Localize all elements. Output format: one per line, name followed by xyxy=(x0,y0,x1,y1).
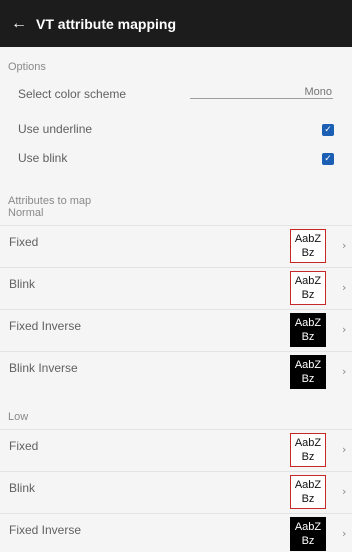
attr-sample: AabZ Bz xyxy=(290,271,326,305)
underline-checkbox[interactable]: ✓ xyxy=(322,124,334,136)
color-scheme-label: Select color scheme xyxy=(18,87,127,101)
attr-sample: AabZ Bz xyxy=(290,355,326,389)
attr-row-normal-fixed-inverse[interactable]: Fixed Inverse AabZ Bz › xyxy=(0,309,352,350)
attr-label: Fixed Inverse xyxy=(9,319,82,333)
attr-label: Blink xyxy=(9,277,36,291)
attr-label: Blink Inverse xyxy=(9,361,78,375)
check-icon: ✓ xyxy=(324,154,332,164)
blink-checkbox[interactable]: ✓ xyxy=(322,153,334,165)
normal-header: Normal xyxy=(8,207,44,219)
back-arrow-icon[interactable]: ← xyxy=(4,0,34,47)
chevron-right-icon: › xyxy=(342,323,347,336)
color-scheme-select[interactable]: Mono xyxy=(304,86,332,98)
chevron-right-icon: › xyxy=(342,365,347,378)
attr-label: Fixed xyxy=(9,439,39,453)
low-header: Low xyxy=(8,411,29,423)
page-title: VT attribute mapping xyxy=(36,15,176,32)
underline-label: Use underline xyxy=(18,122,93,136)
attr-sample: AabZ Bz xyxy=(290,517,326,551)
attr-sample: AabZ Bz xyxy=(290,475,326,509)
attr-label: Fixed xyxy=(9,235,39,249)
chevron-right-icon: › xyxy=(342,443,347,456)
chevron-right-icon: › xyxy=(342,485,347,498)
chevron-right-icon: › xyxy=(342,527,347,540)
attr-row-low-fixed[interactable]: Fixed AabZ Bz › xyxy=(0,429,352,470)
attr-sample: AabZ Bz xyxy=(290,433,326,467)
app-bar: ← VT attribute mapping xyxy=(0,0,352,47)
attr-row-normal-fixed[interactable]: Fixed AabZ Bz › xyxy=(0,225,352,266)
chevron-right-icon: › xyxy=(342,239,347,252)
attr-row-normal-blink[interactable]: Blink AabZ Bz › xyxy=(0,267,352,308)
chevron-right-icon: › xyxy=(342,281,347,294)
color-scheme-row[interactable]: Select color scheme Mono xyxy=(0,80,352,108)
color-scheme-underline xyxy=(190,98,333,99)
underline-row[interactable]: Use underline ✓ xyxy=(0,115,352,143)
attr-sample: AabZ Bz xyxy=(290,229,326,263)
attr-label: Fixed Inverse xyxy=(9,523,82,537)
attr-label: Blink xyxy=(9,481,36,495)
check-icon: ✓ xyxy=(324,125,332,135)
blink-label: Use blink xyxy=(18,151,68,165)
attr-row-low-fixed-inverse[interactable]: Fixed Inverse AabZ Bz › xyxy=(0,513,352,552)
blink-row[interactable]: Use blink ✓ xyxy=(0,144,352,172)
options-header: Options xyxy=(8,61,46,73)
attr-sample: AabZ Bz xyxy=(290,313,326,347)
attr-row-low-blink[interactable]: Blink AabZ Bz › xyxy=(0,471,352,512)
attr-row-normal-blink-inverse[interactable]: Blink Inverse AabZ Bz › xyxy=(0,351,352,392)
